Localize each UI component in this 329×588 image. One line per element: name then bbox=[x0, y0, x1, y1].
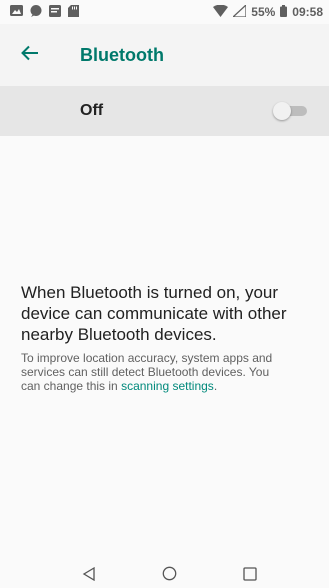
recents-nav-button[interactable] bbox=[239, 565, 261, 587]
sd-card-icon bbox=[68, 4, 79, 20]
bluetooth-master-switch-row[interactable]: Off bbox=[0, 86, 329, 136]
home-nav-icon bbox=[162, 566, 177, 586]
wifi-icon bbox=[213, 4, 229, 20]
back-nav-button[interactable] bbox=[78, 565, 100, 587]
recents-nav-icon bbox=[243, 566, 257, 586]
back-nav-icon bbox=[82, 566, 96, 586]
location-scanning-note: To improve location accuracy, system app… bbox=[21, 351, 291, 393]
back-button[interactable] bbox=[18, 43, 42, 67]
chat-icon bbox=[30, 4, 42, 20]
arrow-back-icon bbox=[21, 45, 39, 66]
app-bar: Bluetooth bbox=[0, 24, 329, 86]
bluetooth-toggle[interactable] bbox=[273, 102, 307, 120]
toggle-thumb bbox=[273, 102, 291, 120]
status-bar: 55% 09:58 bbox=[0, 0, 329, 24]
bluetooth-off-description: When Bluetooth is turned on, your device… bbox=[21, 283, 287, 344]
switch-label: Off bbox=[80, 102, 104, 119]
home-nav-button[interactable] bbox=[158, 565, 180, 587]
battery-icon bbox=[280, 4, 288, 20]
signal-icon bbox=[231, 3, 247, 20]
scanning-settings-link[interactable]: scanning settings bbox=[121, 379, 214, 393]
clock: 09:58 bbox=[292, 5, 323, 19]
battery-percent: 55% bbox=[251, 5, 276, 19]
page-title: Bluetooth bbox=[80, 44, 164, 65]
photo-icon bbox=[10, 5, 23, 19]
sms-icon bbox=[49, 4, 61, 20]
note-suffix: . bbox=[213, 379, 218, 393]
navigation-bar bbox=[0, 558, 329, 588]
